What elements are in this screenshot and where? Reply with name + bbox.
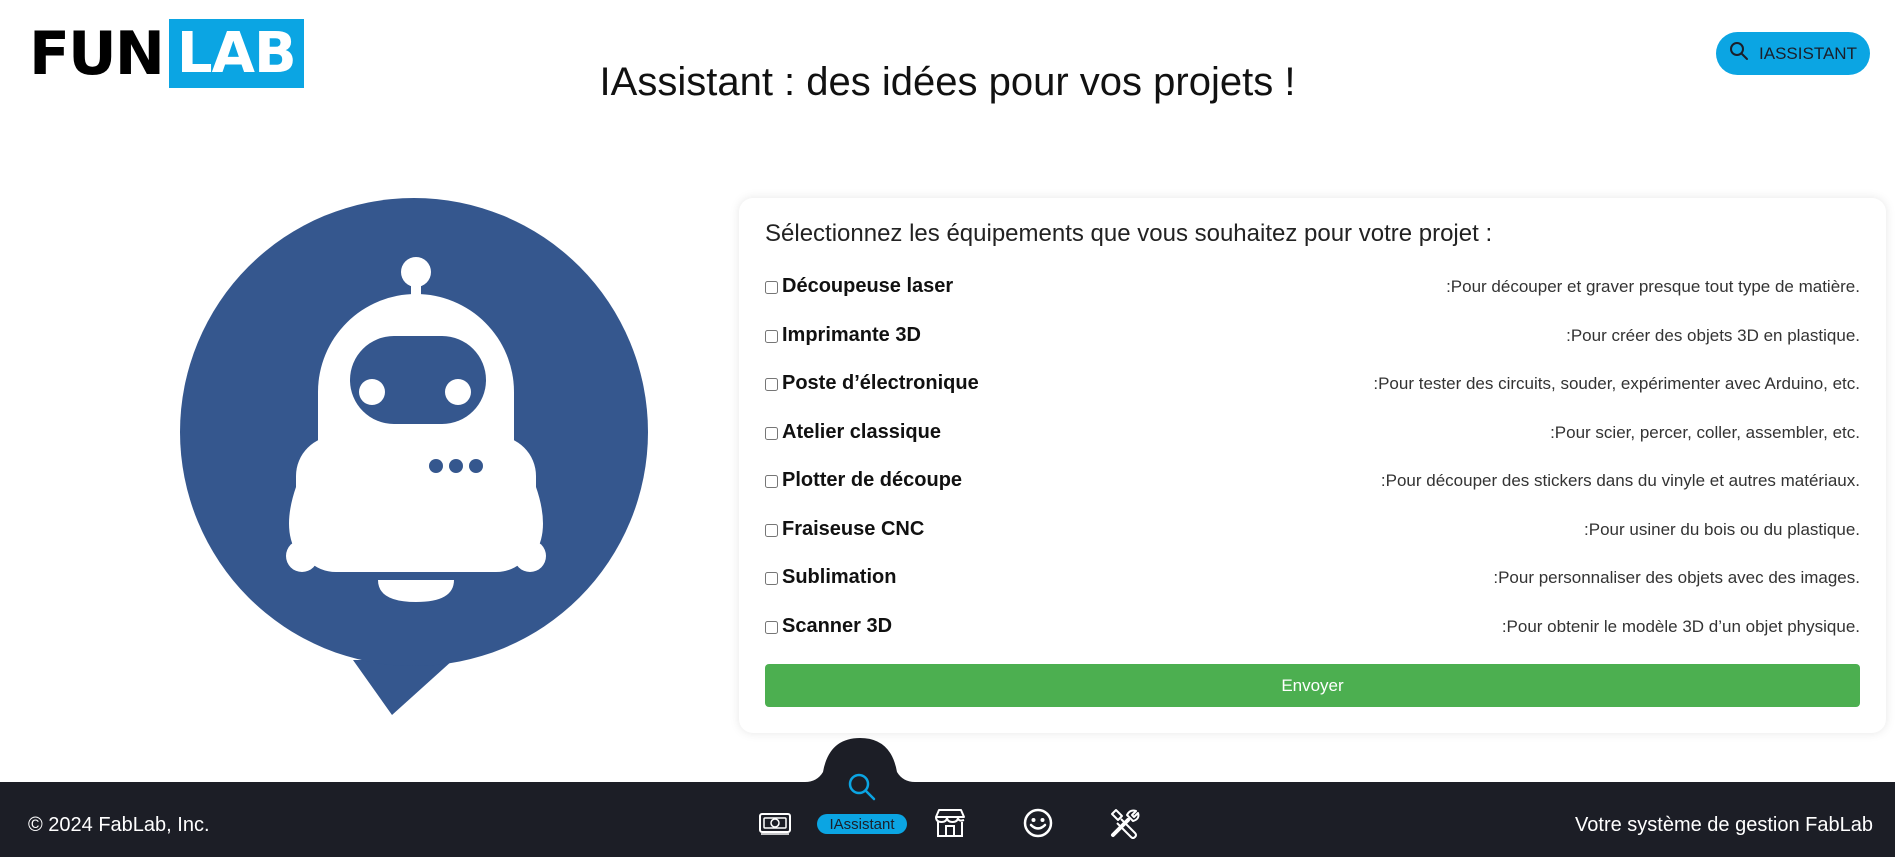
- equipment-description: :Pour découper des stickers dans du viny…: [1380, 471, 1860, 490]
- equipment-description: :Pour usiner du bois ou du plastique.: [1584, 520, 1860, 539]
- equipment-description: :Pour tester des circuits, souder, expér…: [1373, 374, 1860, 393]
- footer-tagline: Votre système de gestion FabLab: [1575, 814, 1873, 836]
- equipment-name: Sublimation: [782, 566, 897, 588]
- iassistant-button-label: IASSISTANT: [1759, 43, 1857, 63]
- electronics-checkbox[interactable]: [765, 378, 778, 391]
- cnc-checkbox[interactable]: [765, 524, 778, 537]
- store-icon[interactable]: [932, 806, 968, 840]
- search-icon: [1729, 41, 1749, 66]
- 3d-printer-checkbox[interactable]: [765, 330, 778, 343]
- 3d-scanner-checkbox[interactable]: [765, 621, 778, 634]
- footer-copyright: © 2024 FabLab, Inc.: [28, 814, 210, 836]
- equipment-name: Imprimante 3D: [782, 324, 921, 346]
- equipment-row-3d-scanner: Scanner 3D :Pour obtenir le modèle 3D d’…: [765, 612, 1860, 642]
- form-title: Sélectionnez les équipements que vous so…: [765, 220, 1493, 247]
- money-icon[interactable]: [757, 806, 793, 840]
- laser-cutter-checkbox[interactable]: [765, 281, 778, 294]
- search-icon[interactable]: [845, 770, 879, 804]
- iassistant-button[interactable]: IASSISTANT: [1716, 32, 1870, 75]
- equipment-name: Scanner 3D: [782, 615, 893, 637]
- smiley-icon[interactable]: [1020, 806, 1056, 840]
- equipment-description: :Pour scier, percer, coller, assembler, …: [1550, 423, 1860, 442]
- equipment-description: :Pour obtenir le modèle 3D d’un objet ph…: [1501, 617, 1860, 636]
- equipment-name: Plotter de découpe: [782, 469, 963, 491]
- page-title: IAssistant : des idées pour vos projets …: [599, 60, 1296, 104]
- equipment-name: Fraiseuse CNC: [782, 518, 925, 540]
- plotter-checkbox[interactable]: [765, 475, 778, 488]
- equipment-description: :Pour découper et graver presque tout ty…: [1446, 277, 1860, 296]
- tools-icon[interactable]: [1107, 806, 1143, 840]
- equipment-row-sublimation: Sublimation :Pour personnaliser des obje…: [765, 563, 1860, 593]
- equipment-form-card: Sélectionnez les équipements que vous so…: [739, 198, 1886, 733]
- equipment-name: Atelier classique: [782, 421, 941, 443]
- sublimation-checkbox[interactable]: [765, 572, 778, 585]
- robot-chat-illustration: [178, 198, 650, 716]
- equipment-row-cnc: Fraiseuse CNC :Pour usiner du bois ou du…: [765, 515, 1860, 545]
- equipment-row-workshop: Atelier classique :Pour scier, percer, c…: [765, 418, 1860, 448]
- workshop-checkbox[interactable]: [765, 427, 778, 440]
- equipment-name: Découpeuse laser: [782, 275, 954, 297]
- nav-active-label[interactable]: IAssistant: [817, 814, 907, 834]
- equipment-row-electronics: Poste d’électronique :Pour tester des ci…: [765, 369, 1860, 399]
- equipment-row-plotter: Plotter de découpe :Pour découper des st…: [765, 466, 1860, 496]
- submit-button[interactable]: Envoyer: [765, 664, 1860, 707]
- equipment-row-3d-printer: Imprimante 3D :Pour créer des objets 3D …: [765, 321, 1860, 351]
- equipment-name: Poste d’électronique: [782, 372, 979, 394]
- equipment-row-laser-cutter: Découpeuse laser :Pour découper et grave…: [765, 272, 1860, 302]
- equipment-description: :Pour personnaliser des objets avec des …: [1493, 568, 1860, 587]
- equipment-description: :Pour créer des objets 3D en plastique.: [1566, 326, 1860, 345]
